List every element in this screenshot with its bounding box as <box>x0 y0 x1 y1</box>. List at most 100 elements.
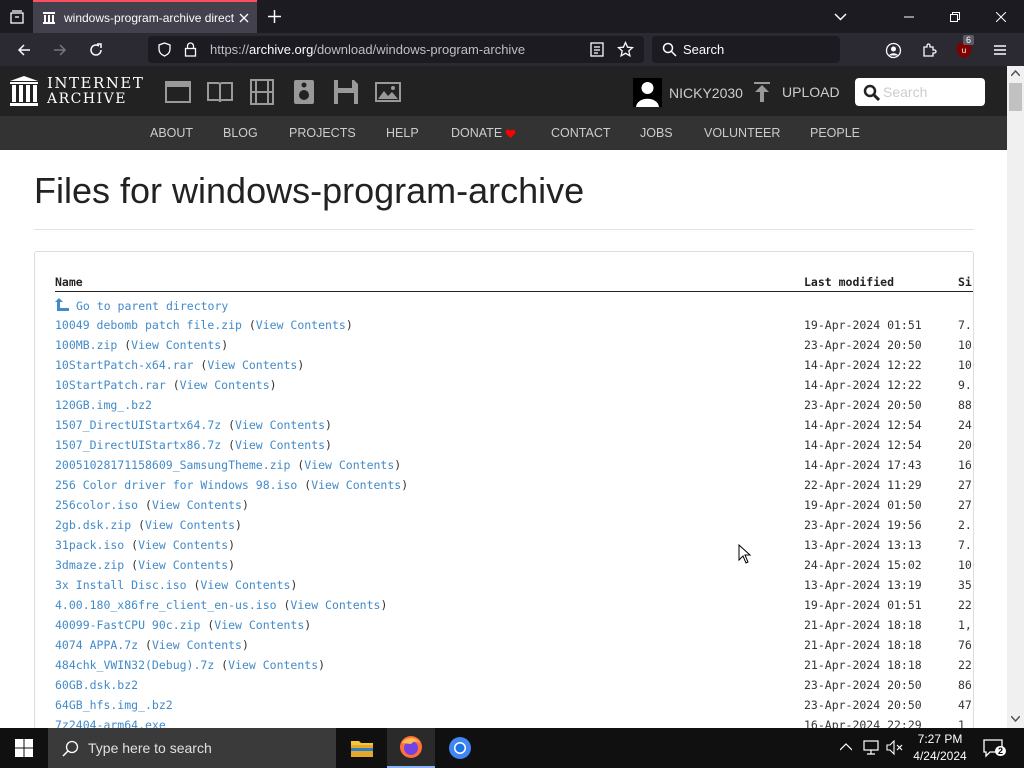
column-header-last-modified[interactable]: Last modified <box>804 275 894 289</box>
restore-window-button[interactable] <box>932 0 978 33</box>
new-tab-icon[interactable] <box>266 8 283 25</box>
taskbar-search-box[interactable]: Type here to search <box>48 728 336 768</box>
web-icon[interactable] <box>165 79 191 105</box>
view-contents-link[interactable]: View Contents <box>228 658 318 672</box>
hamburger-menu-icon[interactable] <box>990 40 1010 60</box>
view-contents-link[interactable]: View Contents <box>235 438 325 452</box>
parent-directory-link[interactable]: Go to parent directory <box>76 299 228 313</box>
file-link[interactable]: 4.00.180_x86fre_client_en-us.iso <box>55 598 277 612</box>
internet-archive-logo-icon[interactable] <box>9 75 39 107</box>
file-link[interactable]: 7z2404-arm64.exe <box>55 718 166 728</box>
nav-help[interactable]: HELP <box>386 126 419 140</box>
column-header-size[interactable]: Si <box>958 275 972 289</box>
file-link[interactable]: 31pack.iso <box>55 538 124 552</box>
view-contents-link[interactable]: View Contents <box>304 458 394 472</box>
close-tab-icon[interactable] <box>236 10 252 26</box>
view-contents-link[interactable]: View Contents <box>235 418 325 432</box>
file-link[interactable]: 256 Color driver for Windows 98.iso <box>55 478 297 492</box>
notifications-icon[interactable]: 2 <box>983 738 1007 758</box>
nav-about[interactable]: ABOUT <box>150 126 193 140</box>
file-link[interactable]: 10StartPatch-x64.rar <box>55 358 193 372</box>
volume-muted-icon[interactable] <box>886 740 904 755</box>
file-link[interactable]: 40099-FastCPU 90c.zip <box>55 618 200 632</box>
view-contents-link[interactable]: View Contents <box>290 598 380 612</box>
file-link[interactable]: 10StartPatch.rar <box>55 378 166 392</box>
list-all-tabs-chevron-icon[interactable] <box>832 8 849 25</box>
file-link[interactable]: 256color.iso <box>55 498 138 512</box>
minimize-window-button[interactable] <box>886 0 932 33</box>
extensions-puzzle-icon[interactable] <box>919 40 939 60</box>
view-contents-link[interactable]: View Contents <box>180 378 270 392</box>
nav-contact[interactable]: CONTACT <box>551 126 611 140</box>
network-icon[interactable] <box>863 740 879 755</box>
nav-jobs[interactable]: JOBS <box>640 126 673 140</box>
bookmark-star-icon[interactable] <box>617 41 634 58</box>
page-scrollbar[interactable] <box>1007 66 1024 728</box>
reload-icon[interactable] <box>86 40 106 60</box>
reader-view-icon[interactable] <box>590 42 604 57</box>
file-link[interactable]: 2gb.dsk.zip <box>55 518 131 532</box>
browser-tab-active[interactable]: windows-program-archive directory listin… <box>33 0 257 33</box>
file-explorer-icon[interactable] <box>338 728 386 768</box>
file-link[interactable]: 120GB.img_.bz2 <box>55 398 152 412</box>
close-window-button[interactable] <box>978 0 1024 33</box>
ia-search-input[interactable]: Search <box>855 78 985 106</box>
file-link[interactable]: 1507_DirectUIStartx64.7z <box>55 418 221 432</box>
nav-volunteer[interactable]: VOLUNTEER <box>704 126 780 140</box>
view-contents-link[interactable]: View Contents <box>152 498 242 512</box>
nav-people[interactable]: PEOPLE <box>810 126 860 140</box>
up-arrow-icon[interactable] <box>55 298 70 312</box>
firefox-taskbar-icon[interactable] <box>387 728 435 768</box>
texts-book-icon[interactable] <box>207 79 233 105</box>
view-contents-link[interactable]: View Contents <box>145 518 235 532</box>
nav-projects[interactable]: PROJECTS <box>289 126 356 140</box>
tab-list-icon[interactable] <box>0 0 33 33</box>
scrollbar-thumb[interactable] <box>1009 83 1022 111</box>
file-link[interactable]: 20051028171158609_SamsungTheme.zip <box>55 458 290 472</box>
file-link[interactable]: 60GB.dsk.bz2 <box>55 678 138 692</box>
upload-arrow-icon[interactable] <box>752 82 772 102</box>
forward-arrow-icon[interactable] <box>50 40 70 60</box>
show-hidden-icons-chevron-icon[interactable] <box>840 743 852 751</box>
view-contents-link[interactable]: View Contents <box>138 538 228 552</box>
view-contents-link[interactable]: View Contents <box>131 338 221 352</box>
nav-blog[interactable]: BLOG <box>223 126 258 140</box>
view-contents-link[interactable]: View Contents <box>311 478 401 492</box>
back-arrow-icon[interactable] <box>14 40 34 60</box>
windows-start-icon[interactable] <box>0 728 48 768</box>
chrome-taskbar-icon[interactable] <box>436 728 484 768</box>
scroll-up-icon[interactable] <box>1011 70 1020 76</box>
address-bar[interactable]: https://archive.org/download/windows-pro… <box>148 36 644 63</box>
view-contents-link[interactable]: View Contents <box>256 318 346 332</box>
internet-archive-wordmark[interactable]: INTERNET ARCHIVE <box>47 75 144 107</box>
shield-icon[interactable] <box>157 42 172 57</box>
file-link[interactable]: 64GB_hfs.img_.bz2 <box>55 698 173 712</box>
account-icon[interactable] <box>883 40 903 60</box>
file-link[interactable]: 3dmaze.zip <box>55 558 124 572</box>
column-header-name[interactable]: Name <box>55 275 83 289</box>
video-film-icon[interactable] <box>249 79 275 105</box>
audio-speaker-icon[interactable] <box>291 79 317 105</box>
images-photo-icon[interactable] <box>375 79 401 105</box>
view-contents-link[interactable]: View Contents <box>138 558 228 572</box>
browser-search-bar[interactable]: Search <box>652 36 840 63</box>
username[interactable]: NICKY2030 <box>669 85 743 101</box>
system-clock[interactable]: 7:27 PM 4/24/2024 <box>904 731 976 765</box>
file-link[interactable]: 100MB.zip <box>55 338 117 352</box>
file-link[interactable]: 4074 APPA.7z <box>55 638 138 652</box>
software-floppy-icon[interactable] <box>333 79 359 105</box>
scroll-down-icon[interactable] <box>1011 716 1020 722</box>
view-contents-link[interactable]: View Contents <box>200 578 290 592</box>
upload-link[interactable]: UPLOAD <box>782 84 840 100</box>
lock-icon[interactable] <box>184 42 197 57</box>
file-link[interactable]: 3x Install Disc.iso <box>55 578 187 592</box>
user-avatar[interactable] <box>633 78 662 107</box>
ublock-origin-icon[interactable]: u 6 <box>954 35 975 60</box>
file-link[interactable]: 484chk_VWIN32(Debug).7z <box>55 658 214 672</box>
nav-donate[interactable]: DONATE <box>451 126 502 140</box>
file-link[interactable]: 10049 debomb patch file.zip <box>55 318 242 332</box>
file-link[interactable]: 1507_DirectUIStartx86.7z <box>55 438 221 452</box>
view-contents-link[interactable]: View Contents <box>214 618 304 632</box>
view-contents-link[interactable]: View Contents <box>207 358 297 372</box>
view-contents-link[interactable]: View Contents <box>152 638 242 652</box>
